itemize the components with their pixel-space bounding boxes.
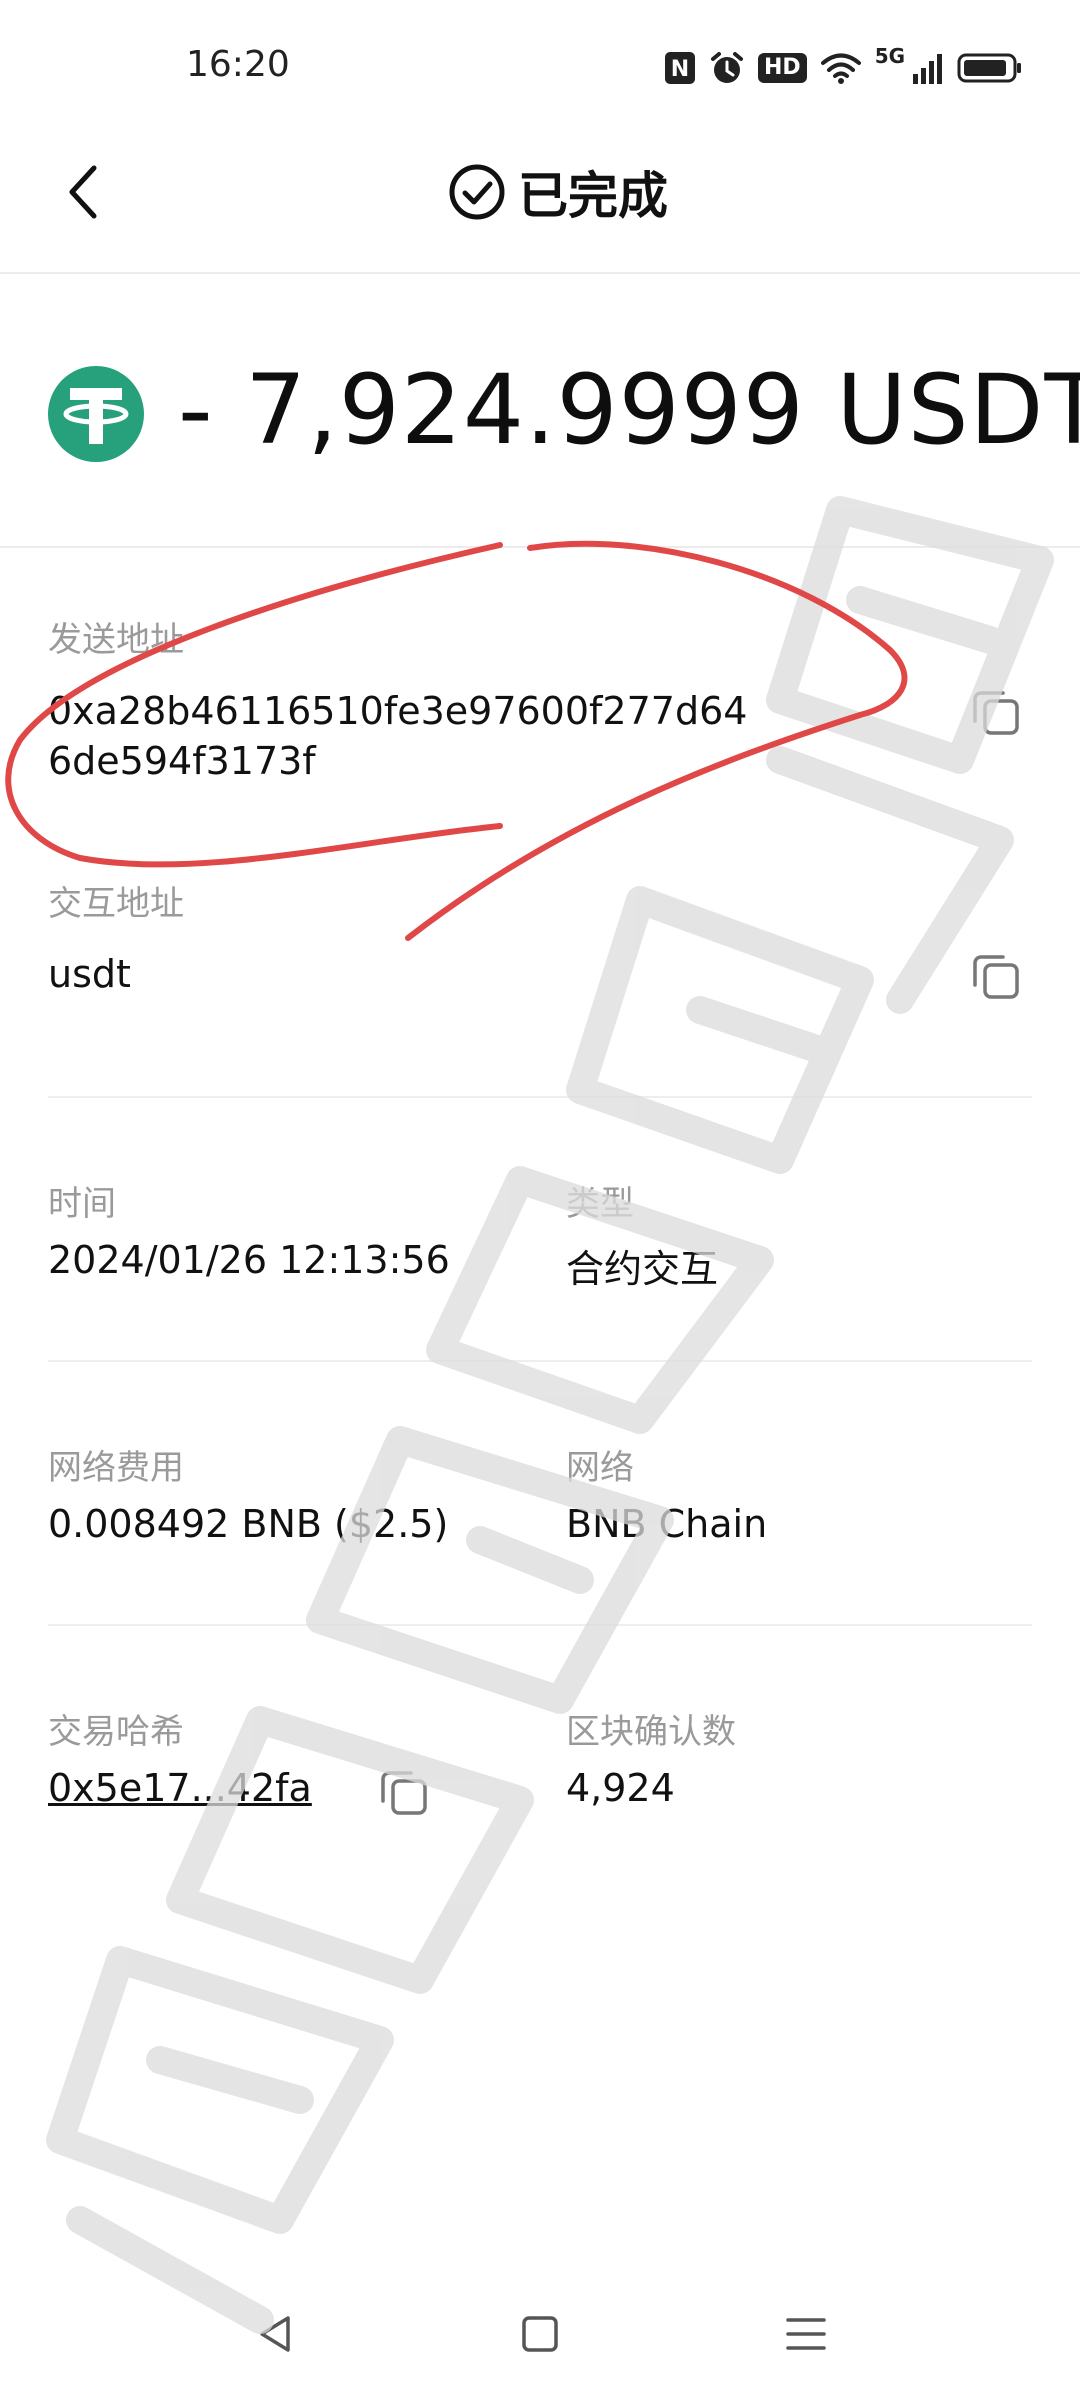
home-square-icon (522, 2316, 558, 2352)
hd-icon: HD (758, 53, 807, 83)
section-divider (48, 1096, 1032, 1098)
fee-value: 0.008492 BNB ($2.5) (48, 1502, 449, 1546)
transaction-amount: - 7,924.9999 USDT (178, 354, 1080, 466)
header-divider (0, 272, 1080, 274)
tether-icon (48, 366, 144, 462)
network-value: BNB Chain (566, 1502, 768, 1546)
copy-interact-address-button[interactable] (966, 946, 1026, 1006)
status-icons: N HD 5G (664, 44, 1023, 92)
time-label: 时间 (48, 1184, 116, 1224)
send-address-label: 发送地址 (48, 620, 184, 660)
menu-icon (786, 2318, 826, 2350)
send-address-line-1: 0xa28b46116510fe3e97600f277d64 (48, 689, 748, 733)
confirmations-value: 4,924 (566, 1766, 675, 1810)
fee-label: 网络费用 (48, 1448, 184, 1488)
nfc-icon: N (664, 51, 696, 85)
chevron-left-icon (69, 165, 97, 219)
title-text: 已完成 (518, 167, 668, 225)
network-type-label: 5G (874, 44, 906, 68)
time-value: 2024/01/26 12:13:56 (48, 1238, 450, 1282)
svg-text:N: N (671, 57, 689, 82)
tx-hash-label: 交易哈希 (48, 1712, 184, 1752)
alarm-icon (710, 51, 744, 85)
confirmations-label: 区块确认数 (566, 1712, 736, 1752)
check-circle-icon (449, 164, 505, 220)
nav-menu-button[interactable] (766, 2294, 846, 2374)
back-button[interactable] (52, 152, 116, 232)
network-label: 网络 (566, 1448, 634, 1488)
signal-icon (913, 52, 943, 84)
section-divider (48, 1360, 1032, 1362)
copy-icon (973, 955, 1019, 999)
copy-icon (973, 691, 1019, 735)
copy-icon (381, 1771, 427, 1815)
type-value: 合约交互 (566, 1247, 719, 1291)
section-divider (48, 1624, 1032, 1626)
interact-address-label: 交互地址 (48, 884, 184, 924)
nav-home-button[interactable] (500, 2294, 580, 2374)
back-triangle-icon (260, 2316, 290, 2352)
status-time: 16:20 (186, 44, 290, 85)
interact-address-value: usdt (48, 952, 131, 996)
amount-divider (0, 546, 1080, 548)
nav-back-button[interactable] (236, 2294, 316, 2374)
copy-send-address-button[interactable] (966, 682, 1026, 742)
battery-icon (957, 52, 1023, 84)
send-address-value: 0xa28b46116510fe3e97600f277d64 6de594f31… (48, 686, 768, 786)
tx-hash-link[interactable]: 0x5e17...42fa (48, 1766, 312, 1810)
type-label: 类型 (566, 1184, 634, 1224)
copy-tx-hash-button[interactable] (374, 1762, 434, 1822)
page-title: 已完成 (448, 150, 668, 234)
send-address-line-2: 6de594f3173f (48, 739, 316, 783)
wifi-icon (820, 52, 861, 84)
